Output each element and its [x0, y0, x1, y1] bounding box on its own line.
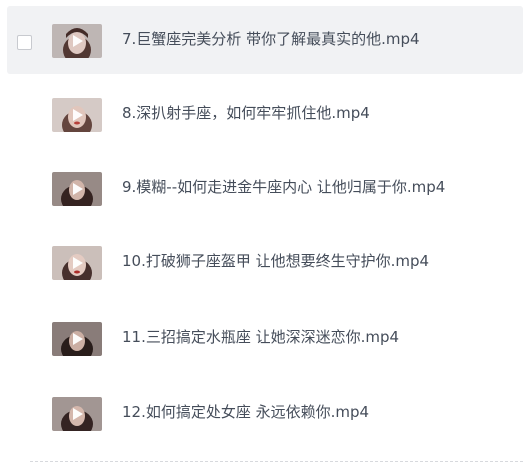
play-icon	[73, 333, 83, 345]
video-thumbnail[interactable]	[52, 24, 102, 58]
play-icon	[73, 408, 83, 420]
file-name[interactable]: 11.三招搞定水瓶座 让她深深迷恋你.mp4	[122, 326, 399, 347]
bottom-divider	[30, 461, 523, 462]
select-checkbox[interactable]	[17, 35, 32, 50]
file-row-9[interactable]: 9.模糊--如何走进金牛座内心 让他归属于你.mp4	[7, 154, 523, 222]
file-name[interactable]: 12.如何搞定处女座 永远依赖你.mp4	[122, 401, 369, 422]
file-name[interactable]: 7.巨蟹座完美分析 带你了解最真实的他.mp4	[122, 28, 420, 49]
file-name[interactable]: 9.模糊--如何走进金牛座内心 让他归属于你.mp4	[122, 176, 445, 197]
video-thumbnail[interactable]	[52, 98, 102, 132]
play-icon	[73, 109, 83, 121]
file-name[interactable]: 8.深扒射手座，如何牢牢抓住他.mp4	[122, 102, 370, 123]
play-icon	[73, 257, 83, 269]
file-row-10[interactable]: 10.打破狮子座盔甲 让他想要终生守护你.mp4	[7, 228, 523, 296]
play-icon	[73, 35, 83, 47]
play-icon	[73, 183, 83, 195]
file-name[interactable]: 10.打破狮子座盔甲 让他想要终生守护你.mp4	[122, 250, 429, 271]
video-thumbnail[interactable]	[52, 322, 102, 356]
file-row-12[interactable]: 12.如何搞定处女座 永远依赖你.mp4	[7, 379, 523, 447]
video-thumbnail[interactable]	[52, 172, 102, 206]
file-row-8[interactable]: 8.深扒射手座，如何牢牢抓住他.mp4	[7, 80, 523, 148]
video-thumbnail[interactable]	[52, 397, 102, 431]
file-row-7[interactable]: 7.巨蟹座完美分析 带你了解最真实的他.mp4	[7, 6, 523, 74]
file-row-11[interactable]: 11.三招搞定水瓶座 让她深深迷恋你.mp4	[7, 304, 523, 372]
video-thumbnail[interactable]	[52, 246, 102, 280]
